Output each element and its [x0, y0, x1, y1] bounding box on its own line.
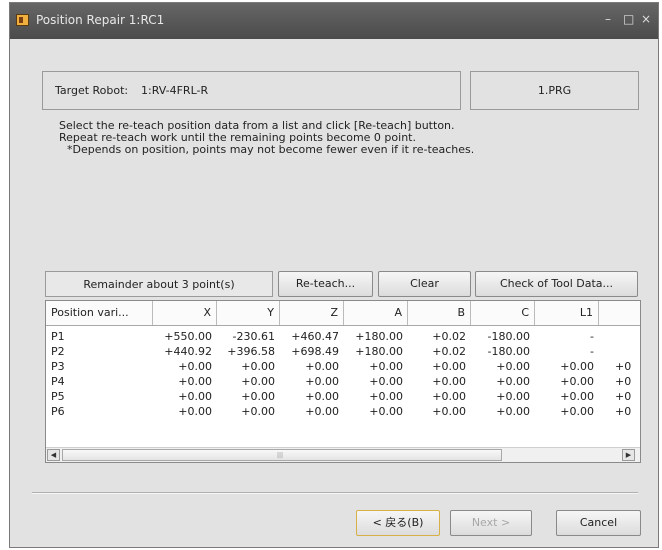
table-cell: +0.00 — [496, 360, 530, 373]
table-cell: P4 — [51, 375, 65, 388]
table-cell: +550.00 — [164, 330, 212, 343]
column-header-extra[interactable] — [599, 301, 640, 325]
reteach-button[interactable]: Re-teach... — [278, 271, 373, 297]
table-row[interactable]: P6 +0.00 +0.00 +0.00 +0.00 +0.00 +0.00 +… — [46, 404, 640, 419]
window-title: Position Repair 1:RC1 — [36, 13, 165, 27]
column-header-z[interactable]: Z — [280, 301, 344, 325]
table-cell: +0.00 — [560, 390, 594, 403]
table-row[interactable]: P3 +0.00 +0.00 +0.00 +0.00 +0.00 +0.00 +… — [46, 359, 640, 374]
table-cell: -180.00 — [487, 345, 530, 358]
app-icon — [16, 14, 29, 26]
footer-divider — [32, 492, 638, 494]
scroll-grip-icon: ||| — [277, 452, 284, 459]
target-robot-label: Target Robot: — [55, 84, 129, 97]
table-cell: +0.00 — [178, 360, 212, 373]
table-cell: P1 — [51, 330, 65, 343]
table-cell: +0 — [615, 405, 632, 418]
program-name: 1.PRG — [537, 84, 572, 97]
maximize-button[interactable]: □ — [623, 12, 634, 26]
table-cell: -230.61 — [232, 330, 275, 343]
table-cell: +0.00 — [178, 375, 212, 388]
position-table[interactable]: Position vari... X Y Z A B C L1 P1 +550.… — [45, 300, 641, 463]
table-cell: +0.00 — [560, 360, 594, 373]
remainder-text: Remainder about 3 point(s) — [83, 278, 235, 291]
column-header-y[interactable]: Y — [217, 301, 280, 325]
target-robot-panel: Target Robot: 1:RV-4FRL-R — [42, 71, 461, 110]
table-cell: P3 — [51, 360, 65, 373]
table-cell: +0 — [615, 375, 632, 388]
minimize-button[interactable]: – — [605, 12, 611, 26]
table-cell: +0.00 — [432, 360, 466, 373]
table-row[interactable]: P1 +550.00 -230.61 +460.47 +180.00 +0.02… — [46, 329, 640, 344]
scroll-left-arrow-icon[interactable]: ◀ — [47, 449, 60, 461]
table-cell: +0.00 — [432, 390, 466, 403]
table-cell: +698.49 — [291, 345, 339, 358]
program-panel: 1.PRG — [470, 71, 639, 110]
table-cell: +0.00 — [241, 405, 275, 418]
table-cell — [599, 344, 640, 359]
table-cell: +0.00 — [241, 360, 275, 373]
clear-button[interactable]: Clear — [378, 271, 471, 297]
table-cell: +0 — [615, 390, 632, 403]
table-cell: +0.00 — [305, 375, 339, 388]
back-button[interactable]: < 戻る(B) — [356, 510, 440, 536]
instruction-line-3: *Depends on position, points may not bec… — [67, 143, 475, 156]
next-button[interactable]: Next > — [450, 510, 532, 536]
target-robot-value: 1:RV-4FRL-R — [141, 84, 209, 97]
horizontal-scrollbar[interactable]: ◀ ||| ▶ — [46, 447, 640, 462]
table-cell: +0.00 — [305, 390, 339, 403]
table-cell: +0.00 — [560, 405, 594, 418]
table-cell: +0.00 — [496, 375, 530, 388]
table-cell: +0 — [615, 360, 632, 373]
column-header-l1[interactable]: L1 — [535, 301, 599, 325]
table-cell: +0.00 — [369, 360, 403, 373]
table-cell: +0.02 — [432, 345, 466, 358]
table-cell: +0.02 — [432, 330, 466, 343]
table-cell: +0.00 — [432, 405, 466, 418]
remainder-status: Remainder about 3 point(s) — [45, 271, 273, 297]
table-cell: +0.00 — [369, 405, 403, 418]
table-cell: +0.00 — [241, 375, 275, 388]
table-cell: +0.00 — [241, 390, 275, 403]
table-cell: +396.58 — [227, 345, 275, 358]
column-header-x[interactable]: X — [153, 301, 217, 325]
table-cell: +180.00 — [355, 330, 403, 343]
table-cell: +0.00 — [432, 375, 466, 388]
table-cell: +0.00 — [305, 360, 339, 373]
check-tool-data-button[interactable]: Check of Tool Data... — [475, 271, 638, 297]
table-cell — [599, 329, 640, 344]
table-cell: P5 — [51, 390, 65, 403]
column-header-c[interactable]: C — [471, 301, 535, 325]
cancel-button[interactable]: Cancel — [556, 510, 641, 536]
table-row[interactable]: P2 +440.92 +396.58 +698.49 +180.00 +0.02… — [46, 344, 640, 359]
table-cell: -180.00 — [487, 330, 530, 343]
table-cell: +0.00 — [178, 390, 212, 403]
table-row[interactable]: P4 +0.00 +0.00 +0.00 +0.00 +0.00 +0.00 +… — [46, 374, 640, 389]
title-bar[interactable]: Position Repair 1:RC1 – □ × — [10, 3, 658, 39]
table-cell: +0.00 — [369, 375, 403, 388]
column-header-a[interactable]: A — [344, 301, 408, 325]
column-header-b[interactable]: B — [408, 301, 471, 325]
scroll-right-arrow-icon[interactable]: ▶ — [622, 449, 635, 461]
close-button[interactable]: × — [641, 12, 651, 26]
table-cell: +180.00 — [355, 345, 403, 358]
scroll-thumb[interactable]: ||| — [62, 449, 502, 461]
table-header: Position vari... X Y Z A B C L1 — [46, 301, 640, 326]
table-cell: P2 — [51, 345, 65, 358]
table-cell: +0.00 — [496, 405, 530, 418]
table-cell: +460.47 — [291, 330, 339, 343]
table-cell: - — [590, 330, 594, 343]
column-header-position[interactable]: Position vari... — [46, 301, 153, 325]
position-repair-window: Position Repair 1:RC1 – □ × Target Robot… — [9, 2, 659, 548]
table-cell: +0.00 — [496, 390, 530, 403]
table-row[interactable]: P5 +0.00 +0.00 +0.00 +0.00 +0.00 +0.00 +… — [46, 389, 640, 404]
table-cell: P6 — [51, 405, 65, 418]
table-cell: +0.00 — [560, 375, 594, 388]
table-cell: +0.00 — [369, 390, 403, 403]
table-cell: +0.00 — [178, 405, 212, 418]
table-cell: - — [590, 345, 594, 358]
table-cell: +440.92 — [164, 345, 212, 358]
table-cell: +0.00 — [305, 405, 339, 418]
